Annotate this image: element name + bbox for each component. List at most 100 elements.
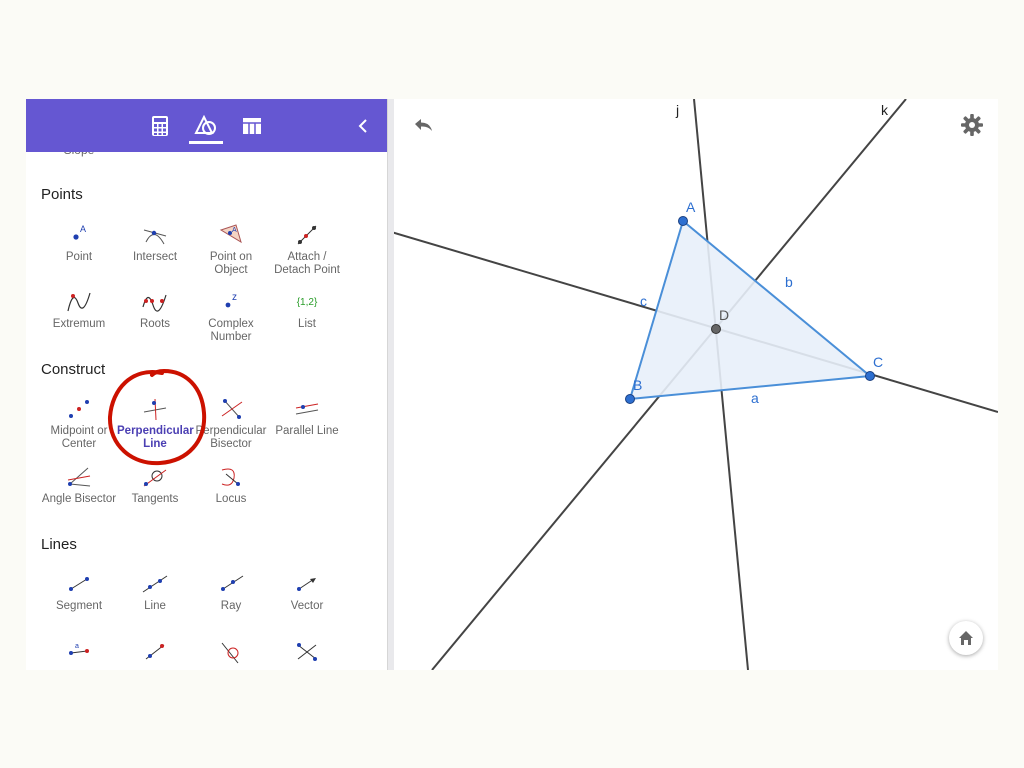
parallel-line-tool-icon [295, 403, 319, 415]
tool-locus[interactable]: Locus [193, 464, 269, 506]
label-segment-c: c [640, 293, 647, 309]
tool-label: Ray [220, 600, 242, 612]
circle-line-tool-icon [221, 642, 239, 664]
ray-tool-icon [221, 575, 244, 591]
tool-vector-from-point[interactable] [269, 639, 345, 668]
label-point-c: C [873, 354, 883, 370]
svg-text:{1,2}: {1,2} [297, 297, 318, 308]
panel-header [26, 99, 387, 152]
tool-label: Vector [290, 600, 324, 612]
segment-tool-icon [69, 577, 89, 591]
active-tab-indicator [189, 141, 223, 144]
roots-tool-icon [142, 294, 167, 312]
tool-label: Point [65, 251, 93, 263]
tool-segment[interactable]: Segment [41, 571, 117, 613]
collapse-panel-button[interactable] [352, 114, 376, 138]
vector-tool-icon [297, 578, 316, 591]
label-point-a: A [686, 199, 696, 215]
label-point-b: B [633, 377, 642, 393]
attach-detach-tool-icon [297, 225, 317, 245]
tool-label: Complex Number [208, 318, 254, 343]
panel-resize-handle[interactable] [387, 99, 394, 670]
tool-parallel-line[interactable]: Parallel Line [269, 396, 345, 438]
section-title-lines: Lines [41, 536, 77, 553]
tool-attach-detach-point[interactable]: Attach / Detach Point [269, 222, 345, 277]
tool-label: Extremum [52, 318, 106, 330]
section-title-construct: Construct [41, 361, 106, 378]
locus-tool-icon [221, 468, 240, 486]
label-segment-b: b [785, 274, 793, 290]
vector-from-point-tool-icon [297, 643, 317, 661]
label-point-d: D [719, 307, 729, 323]
point-b[interactable] [625, 394, 635, 404]
line-tool-icon [142, 575, 168, 593]
settings-button[interactable] [960, 113, 984, 137]
home-button[interactable] [949, 621, 983, 655]
tool-label: Segment [55, 600, 103, 612]
label-segment-a: a [751, 390, 759, 406]
tab-algebra[interactable] [143, 111, 177, 141]
home-icon [959, 631, 973, 645]
svg-text:z: z [232, 292, 237, 303]
tool-list[interactable]: {1,2} List [269, 289, 345, 331]
tool-label: Point on Object [209, 251, 253, 276]
tool-polyline[interactable] [117, 639, 193, 668]
tool-point[interactable]: A Point [41, 222, 117, 264]
graphics-view[interactable]: A B C D a b c i j k [394, 99, 998, 670]
tool-line[interactable]: Line [117, 571, 193, 613]
list-tool-icon: {1,2} [297, 297, 318, 308]
chevron-left-icon [358, 119, 367, 133]
tool-circle-tangent[interactable] [193, 639, 269, 668]
complex-number-tool-icon: z [225, 292, 237, 308]
tool-tangents[interactable]: Tangents [117, 464, 193, 506]
perpendicular-bisector-tool-icon [221, 399, 243, 419]
tools-panel: Slope Points A Point Intersect A Point o… [26, 99, 387, 670]
tool-extremum[interactable]: Extremum [41, 289, 117, 331]
table-icon [243, 118, 261, 134]
angle-bisector-tool-icon [67, 467, 91, 487]
point-tool-icon: A [73, 224, 86, 240]
tool-angle-bisector[interactable]: Angle Bisector [41, 464, 117, 506]
geometry-tools-icon [194, 115, 216, 135]
tool-intersect[interactable]: Intersect [117, 222, 193, 264]
triangle-abc[interactable] [628, 219, 873, 401]
tool-label: Intersect [132, 251, 178, 263]
tool-label: Tangents [131, 493, 179, 505]
svg-text:A: A [80, 224, 86, 234]
tool-ray[interactable]: Ray [193, 571, 269, 613]
undo-icon [415, 119, 432, 131]
tab-table[interactable] [235, 111, 269, 141]
point-a[interactable] [678, 216, 688, 226]
svg-text:A: A [232, 227, 237, 234]
tool-segment-with-length[interactable]: a [41, 639, 117, 668]
polyline-tool-icon [145, 644, 165, 660]
tool-vector[interactable]: Vector [269, 571, 345, 613]
point-c[interactable] [865, 371, 875, 381]
tool-label: Attach / Detach Point [274, 251, 340, 276]
section-title-points: Points [41, 186, 83, 203]
tool-roots[interactable]: Roots [117, 289, 193, 331]
tool-point-on-object[interactable]: A Point on Object [193, 222, 269, 277]
tool-label: Line [144, 600, 166, 612]
midpoint-tool-icon [69, 400, 89, 418]
undo-button[interactable] [410, 115, 436, 137]
label-line-k: k [881, 102, 889, 118]
geogebra-app: Slope Points A Point Intersect A Point o… [26, 99, 998, 670]
point-d[interactable] [711, 324, 721, 334]
annotation-circle [107, 368, 207, 466]
extremum-tool-icon [67, 292, 91, 312]
tool-complex-number[interactable]: z Complex Number [193, 289, 269, 344]
tool-label: Roots [139, 318, 171, 330]
intersect-tool-icon [143, 229, 167, 245]
segment-length-tool-icon: a [69, 643, 89, 655]
tool-label: Angle Bisector [41, 493, 117, 505]
label-line-j: j [675, 102, 679, 118]
gear-icon [961, 114, 983, 136]
point-on-object-tool-icon: A [219, 224, 242, 244]
tool-label: List [298, 318, 316, 330]
tab-tools[interactable] [189, 111, 223, 141]
calculator-icon [152, 116, 168, 136]
svg-text:a: a [75, 643, 79, 650]
tool-label: Locus [215, 493, 247, 505]
tool-label: Parallel Line [275, 425, 339, 437]
